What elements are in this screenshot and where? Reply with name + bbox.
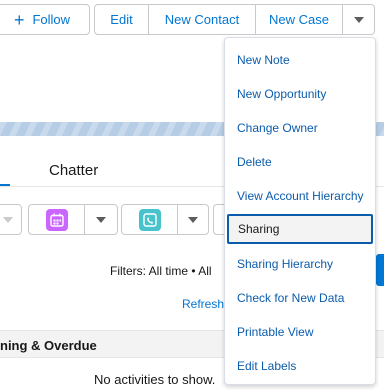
- edit-button[interactable]: Edit: [94, 4, 149, 35]
- more-actions-button[interactable]: [343, 4, 375, 35]
- more-actions-menu: New Note New Opportunity Change Owner De…: [224, 37, 376, 385]
- new-contact-label: New Contact: [164, 12, 240, 27]
- log-call-dropdown[interactable]: [178, 205, 208, 234]
- chevron-down-icon: [353, 16, 364, 23]
- menu-item-sharing[interactable]: Sharing: [227, 214, 373, 244]
- menu-item-sharing-hierarchy[interactable]: Sharing Hierarchy: [227, 249, 373, 279]
- menu-item-change-owner[interactable]: Change Owner: [227, 113, 373, 143]
- refresh-link[interactable]: Refresh: [182, 297, 224, 311]
- follow-button[interactable]: + Follow: [0, 4, 90, 35]
- task-dropdown-button[interactable]: [0, 204, 22, 235]
- new-case-button[interactable]: New Case: [256, 4, 343, 35]
- log-call-button[interactable]: [121, 204, 209, 235]
- chevron-down-icon: [96, 216, 106, 223]
- plus-icon: +: [13, 9, 25, 30]
- chevron-down-icon: [188, 216, 198, 223]
- new-case-label: New Case: [269, 12, 329, 27]
- activity-filters-text: Filters: All time • All: [110, 264, 212, 278]
- new-contact-button[interactable]: New Contact: [149, 4, 256, 35]
- menu-item-view-account-hierarchy[interactable]: View Account Hierarchy: [227, 181, 373, 211]
- menu-item-new-note[interactable]: New Note: [227, 45, 373, 75]
- phone-icon: [138, 208, 161, 231]
- menu-item-printable-view[interactable]: Printable View: [227, 317, 373, 347]
- new-event-main[interactable]: [29, 205, 85, 234]
- section-title: ning & Overdue: [0, 338, 97, 353]
- calendar-icon: [45, 208, 68, 231]
- edit-label: Edit: [110, 12, 133, 27]
- menu-item-delete[interactable]: Delete: [227, 147, 373, 177]
- empty-activities-text: No activities to show.: [94, 372, 216, 387]
- filter-settings-button[interactable]: [376, 254, 384, 286]
- log-call-main[interactable]: [122, 205, 178, 234]
- menu-item-check-for-new-data[interactable]: Check for New Data: [227, 283, 373, 313]
- follow-label: Follow: [32, 12, 71, 27]
- new-event-button[interactable]: [28, 204, 118, 235]
- menu-item-new-opportunity[interactable]: New Opportunity: [227, 79, 373, 109]
- tab-chatter[interactable]: Chatter: [49, 162, 98, 179]
- chevron-down-icon: [3, 217, 13, 223]
- menu-item-edit-labels[interactable]: Edit Labels: [227, 351, 373, 381]
- new-event-dropdown[interactable]: [85, 205, 117, 234]
- action-button-group: Edit New Contact New Case: [94, 4, 375, 35]
